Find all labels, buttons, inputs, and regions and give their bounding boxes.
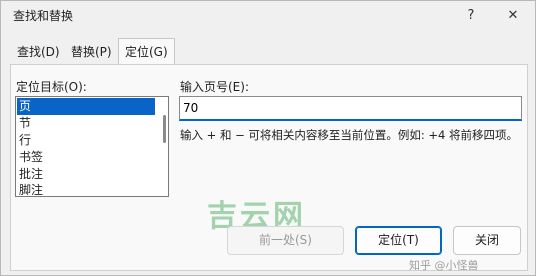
tab-replace[interactable]: 替换(P) — [65, 41, 118, 63]
goto-hint-text: 输入 + 和 − 可将相关内容移至当前位置。例如: +4 将前移四项。 — [180, 128, 519, 142]
list-item-bookmark[interactable]: 书签 — [17, 149, 155, 166]
list-item-section[interactable]: 节 — [17, 115, 155, 132]
dialog-title: 查找和替换 — [13, 9, 74, 23]
goto-target-list[interactable]: 页 节 行 书签 批注 脚注 — [15, 96, 169, 197]
page-number-label: 输入页号(E): — [180, 80, 249, 94]
help-button[interactable]: ? — [453, 1, 489, 29]
close-button[interactable]: 关闭 — [453, 226, 521, 255]
goto-button[interactable]: 定位(T) — [355, 226, 442, 255]
previous-button[interactable]: 前一处(S) — [227, 226, 344, 255]
list-scrollbar[interactable] — [163, 115, 166, 143]
list-item-comment[interactable]: 批注 — [17, 166, 155, 183]
close-icon: ✕ — [507, 7, 519, 23]
page-number-input[interactable]: 70 — [179, 96, 522, 121]
find-replace-dialog: 查找和替换 ? ✕ 查找(D) 替换(P) 定位(G) 定位目标(O): 页 节… — [0, 0, 536, 276]
zhihu-watermark: 知乎 @小怪兽 — [409, 259, 479, 272]
list-item-footnote[interactable]: 脚注 — [17, 182, 155, 196]
list-item-page[interactable]: 页 — [17, 98, 155, 115]
goto-target-label: 定位目标(O): — [16, 80, 87, 94]
tab-goto[interactable]: 定位(G) — [118, 38, 175, 65]
close-window-button[interactable]: ✕ — [495, 1, 531, 29]
list-item-line[interactable]: 行 — [17, 132, 155, 149]
help-icon: ? — [467, 7, 475, 23]
tab-find[interactable]: 查找(D) — [11, 41, 66, 63]
